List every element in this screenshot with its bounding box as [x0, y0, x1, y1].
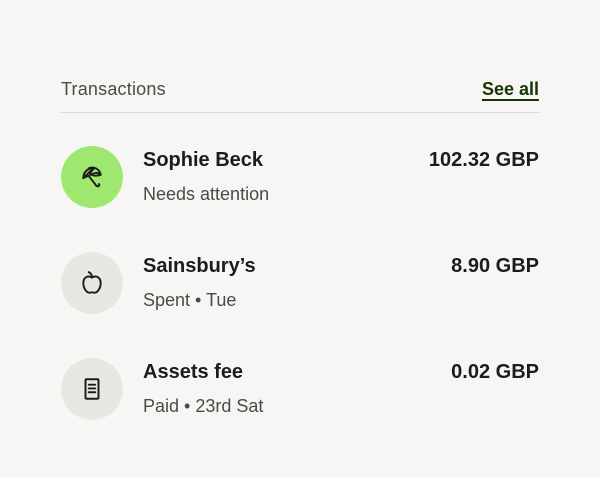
- transaction-icon-badge: [61, 358, 123, 420]
- transaction-name: Assets fee: [143, 361, 244, 383]
- transaction-name: Sainsbury’s: [143, 255, 256, 277]
- transaction-row[interactable]: Assets fee Paid • 23rd Sat 0.02 GBP: [61, 358, 539, 420]
- transactions-header: Transactions See all: [61, 76, 539, 102]
- transaction-status: Paid • 23rd Sat: [143, 396, 264, 416]
- see-all-link[interactable]: See all: [482, 79, 539, 100]
- receipt-icon: [84, 378, 100, 400]
- transaction-row[interactable]: Sainsbury’s Spent • Tue 8.90 GBP: [61, 252, 539, 314]
- transaction-icon-badge: [61, 146, 123, 208]
- transaction-text: Assets fee Paid • 23rd Sat: [143, 358, 451, 417]
- apple-icon: [82, 271, 102, 294]
- transaction-amount: 102.32 GBP: [428, 149, 539, 171]
- transaction-name: Sophie Beck: [143, 149, 264, 171]
- transaction-status: Needs attention: [143, 184, 270, 204]
- transaction-amount: 8.90 GBP: [451, 255, 539, 277]
- umbrella-icon: [82, 166, 102, 188]
- transaction-status: Spent • Tue: [143, 290, 237, 310]
- section-title: Transactions: [61, 78, 166, 99]
- transaction-text: Sophie Beck Needs attention: [143, 146, 429, 205]
- transaction-row[interactable]: Sophie Beck Needs attention 102.32 GBP: [61, 146, 539, 208]
- transaction-text: Sainsbury’s Spent • Tue: [143, 252, 451, 311]
- transactions-panel: Transactions See all Sophie Beck Needs a…: [61, 76, 539, 464]
- transaction-amount: 0.02 GBP: [451, 361, 539, 383]
- divider: [61, 112, 539, 113]
- transaction-icon-badge: [61, 252, 123, 314]
- transaction-list: Sophie Beck Needs attention 102.32 GBP S…: [61, 146, 539, 420]
